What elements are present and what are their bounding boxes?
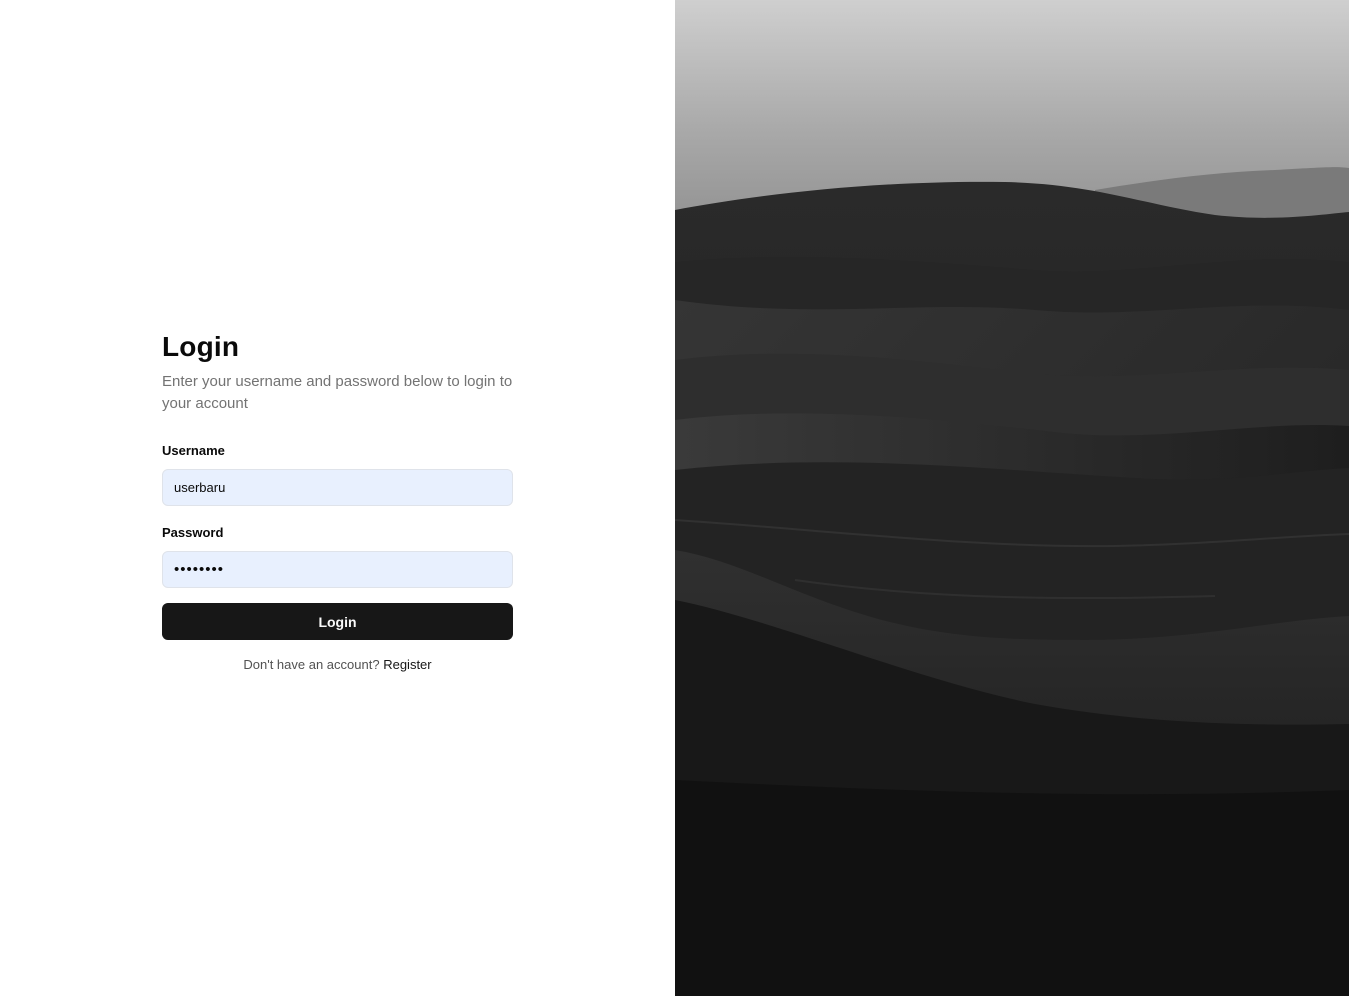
register-prompt-text: Don't have an account?	[243, 657, 380, 672]
login-page: Login Enter your username and password b…	[0, 0, 1349, 996]
register-prompt: Don't have an account? Register	[162, 657, 513, 673]
dune-layer	[675, 780, 1349, 996]
username-label: Username	[162, 443, 225, 458]
page-subtitle: Enter your username and password below t…	[162, 373, 513, 412]
username-input[interactable]	[162, 469, 513, 506]
password-input[interactable]	[162, 551, 513, 588]
login-button[interactable]: Login	[162, 603, 513, 640]
password-label: Password	[162, 525, 224, 540]
page-title: Login	[162, 331, 240, 362]
login-panel: Login Enter your username and password b…	[0, 0, 675, 996]
login-form: Login Enter your username and password b…	[162, 330, 513, 673]
hero-image	[675, 0, 1349, 996]
desert-dunes-photo	[675, 0, 1349, 996]
register-link[interactable]: Register	[383, 657, 431, 672]
